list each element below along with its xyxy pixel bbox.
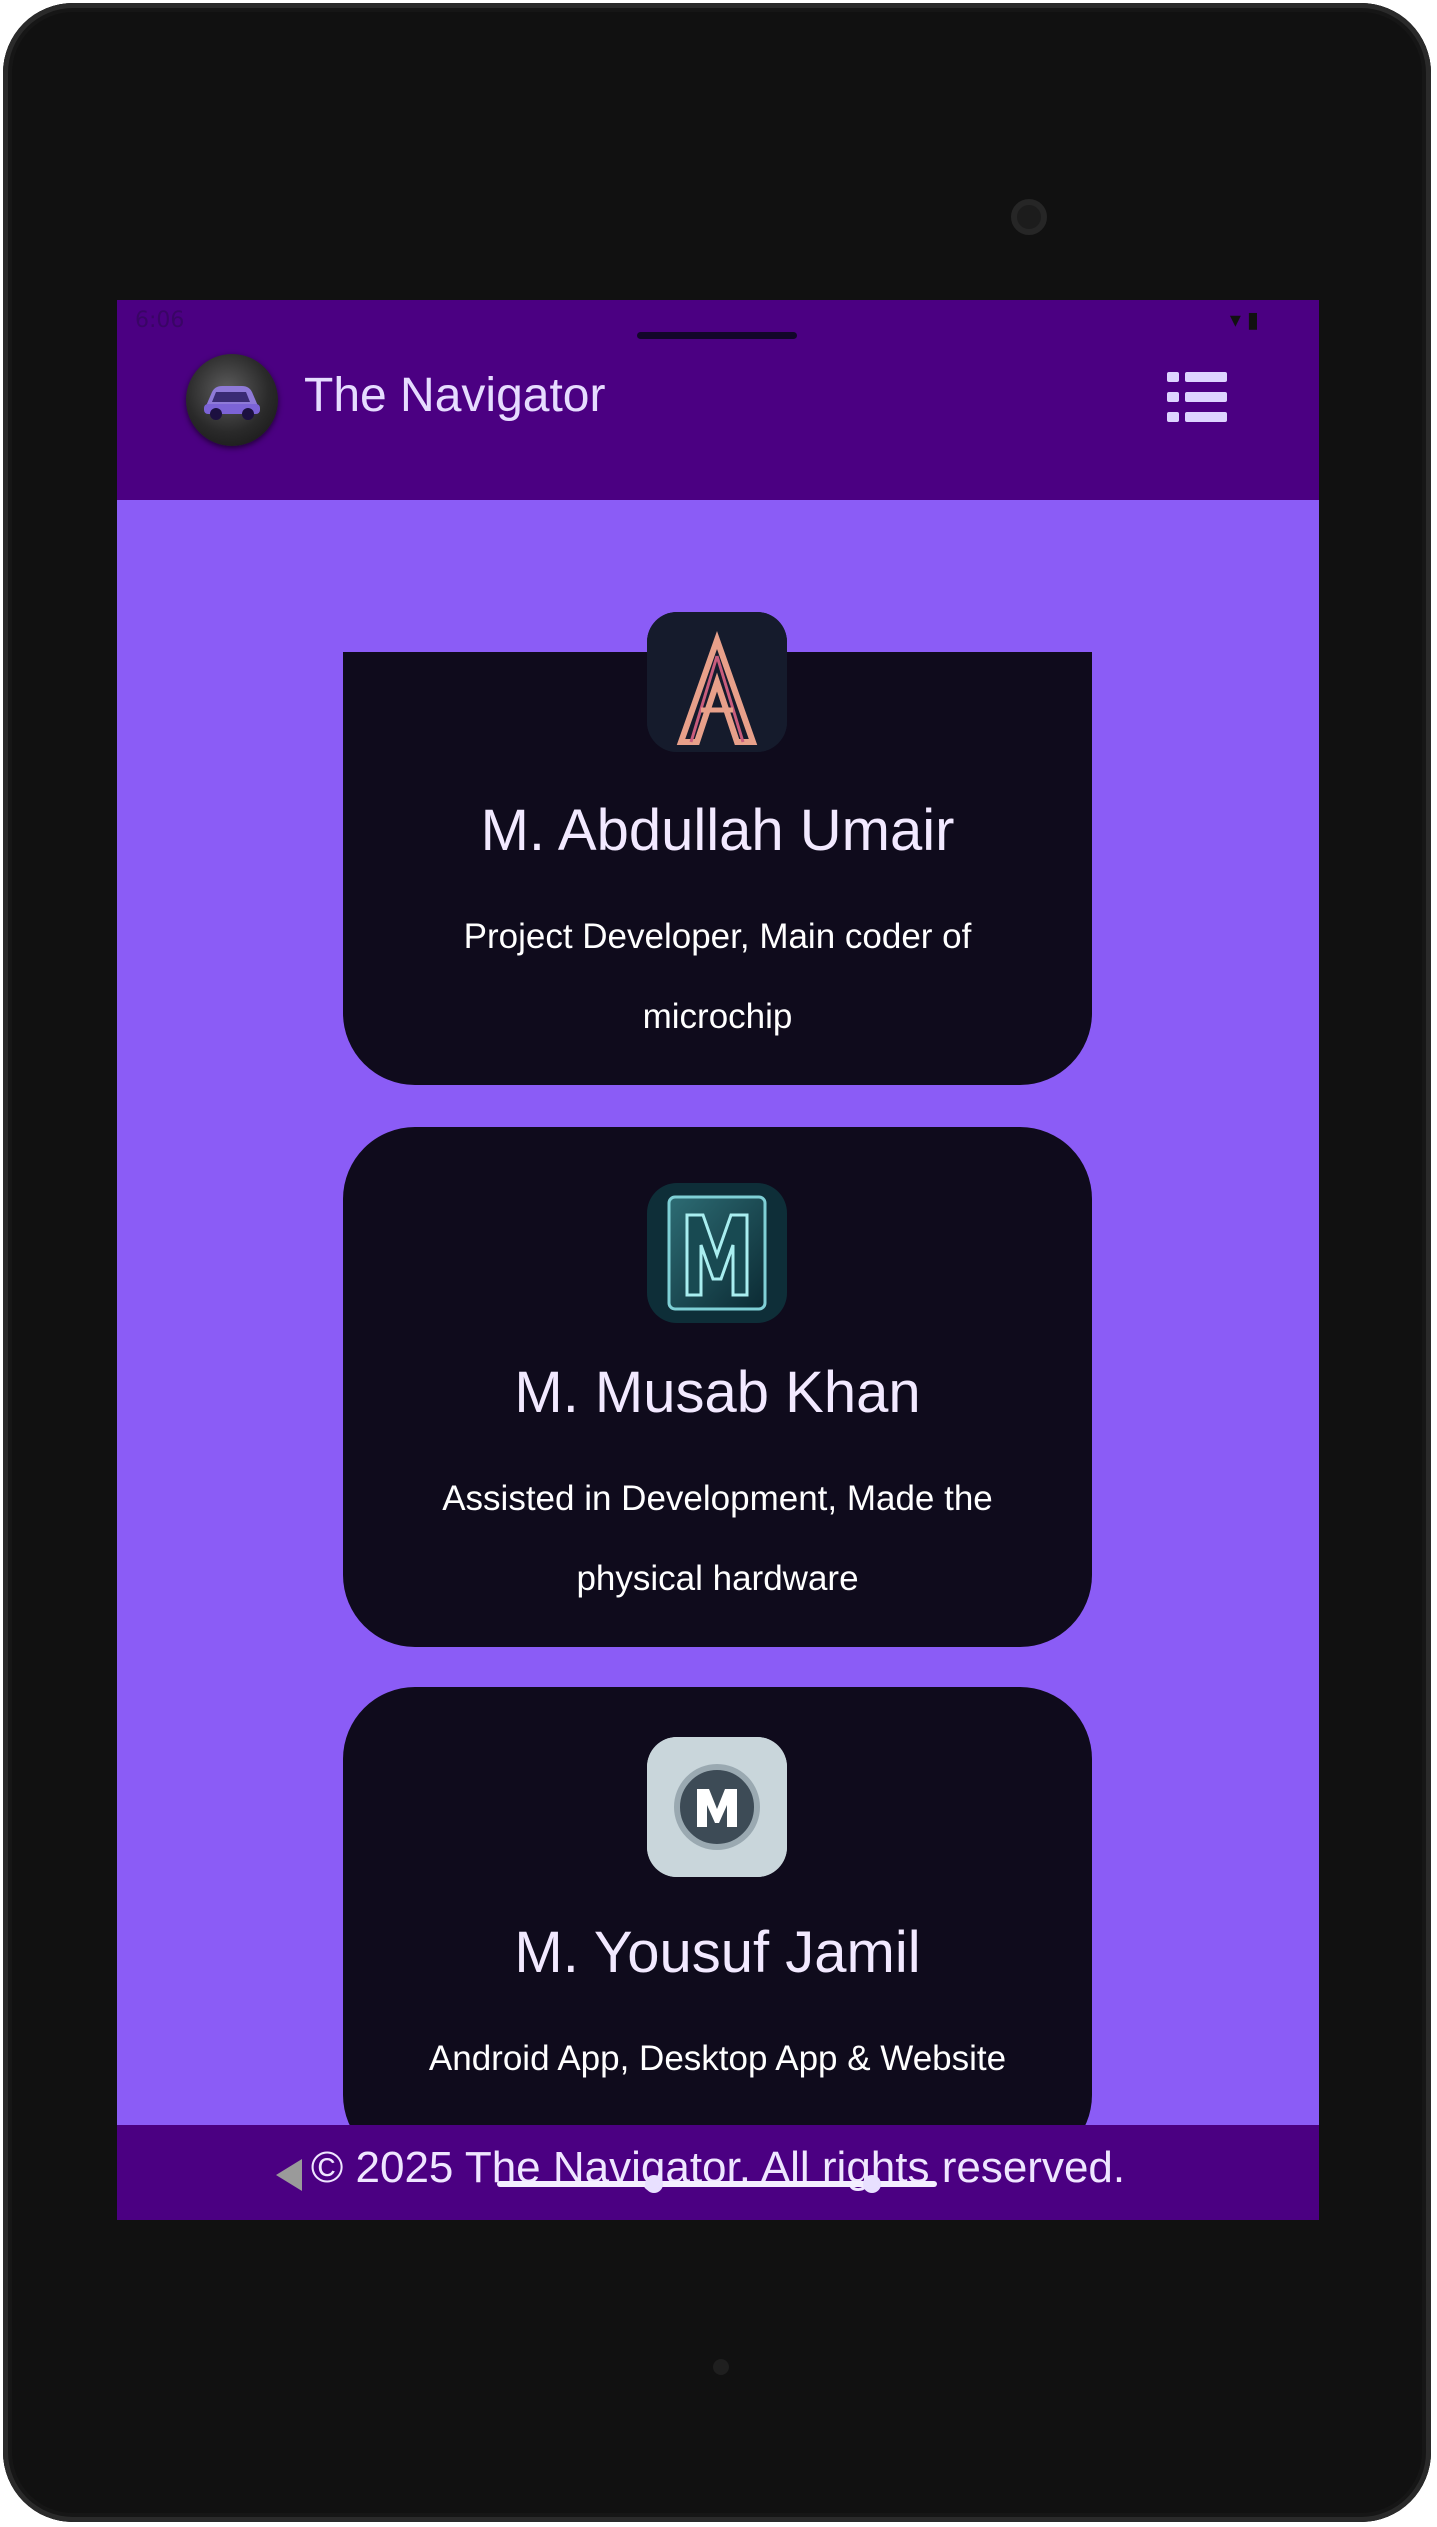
team-list[interactable]: M. Abdullah Umair Project Developer, Mai… [117,500,1319,2167]
status-bar: 6:06 ▾▮ [117,300,1319,340]
footer: © 2025 The Navigator. All rights reserve… [117,2125,1319,2220]
wifi-icon: ▾ [1229,308,1247,333]
car-logo-icon[interactable] [186,354,278,446]
team-card: M. Musab Khan Assisted in Development, M… [343,1127,1092,1647]
app-screen: The Navigator 6:06 ▾▮ M. Abdullah Umair … [117,300,1319,2220]
letter-a-logo [647,612,787,752]
member-name: M. Abdullah Umair [480,798,955,863]
drag-handle[interactable] [637,332,797,339]
home-dot[interactable] [645,2175,663,2193]
letter-m-metal-logo [647,1183,787,1323]
letter-m-circle-logo [647,1737,787,1877]
member-role: Assisted in Development, Made the physic… [442,1479,993,1598]
front-camera [1011,199,1047,235]
app-title: The Navigator [304,369,606,422]
team-card: M. Yousuf Jamil Android App, Desktop App… [343,1687,1092,2167]
recents-dot[interactable] [863,2175,881,2193]
member-name: M. Musab Khan [514,1360,921,1425]
status-time: 6:06 [135,308,185,333]
member-name: M. Yousuf Jamil [514,1920,921,1985]
battery-icon: ▮ [1246,308,1265,333]
team-card: M. Abdullah Umair Project Developer, Mai… [343,612,1092,1085]
member-role: Android App, Desktop App & Website [428,2039,1007,2078]
device-sensor [713,2359,729,2375]
member-role: Project Developer, Main coder of microch… [463,917,972,1036]
list-menu-icon[interactable] [1165,370,1229,424]
back-icon[interactable] [272,2155,306,2195]
